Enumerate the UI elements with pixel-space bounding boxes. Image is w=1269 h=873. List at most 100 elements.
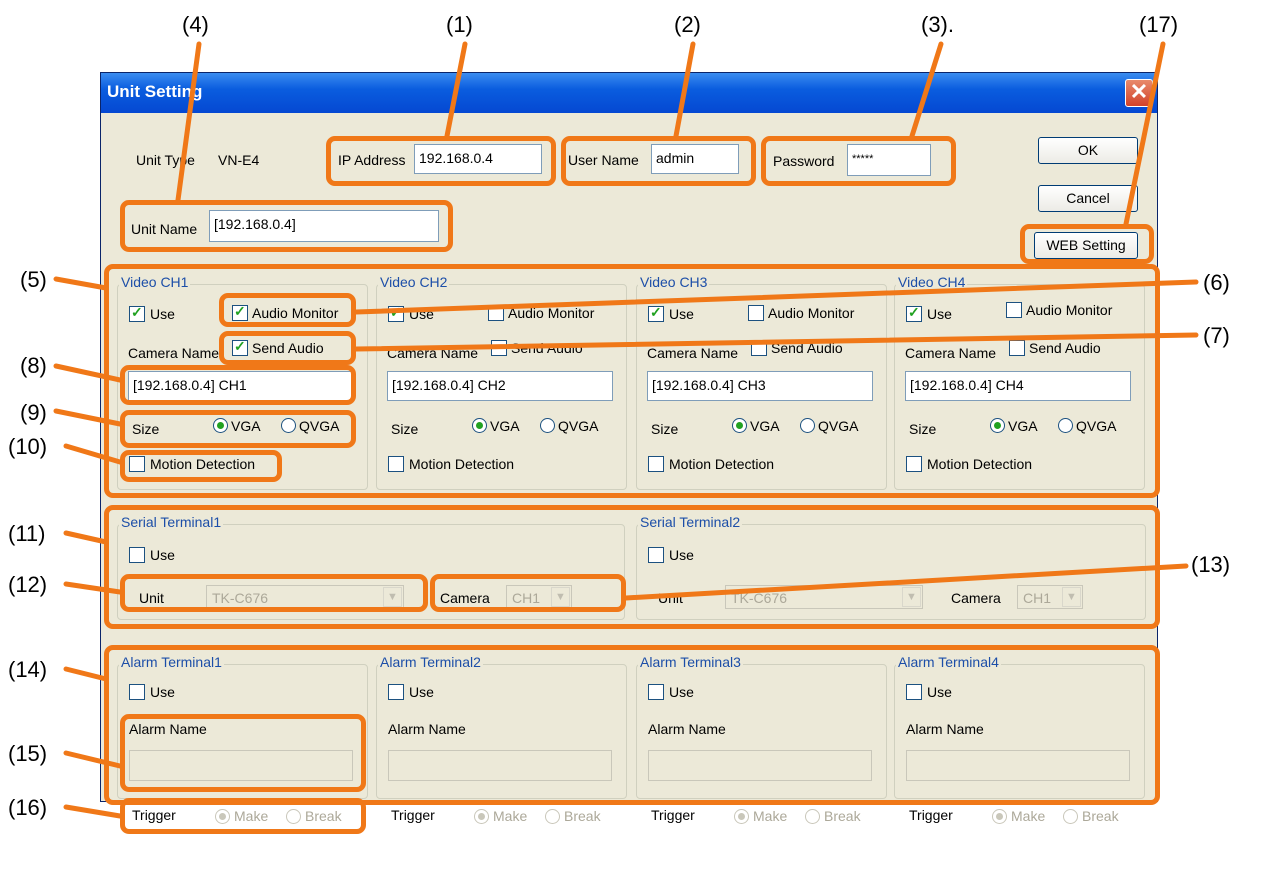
use-checkbox[interactable] <box>906 304 922 322</box>
callout-2: (2) <box>674 12 701 37</box>
send-audio-checkbox[interactable] <box>751 340 767 356</box>
use-checkbox[interactable] <box>648 684 664 700</box>
ip-address-input[interactable]: 192.168.0.4 <box>414 144 542 174</box>
chevron-down-icon: ▼ <box>902 587 921 607</box>
motion-detection-checkbox[interactable] <box>388 456 404 472</box>
use-checkbox[interactable] <box>648 547 664 563</box>
break-radio[interactable] <box>286 809 301 824</box>
qvga-radio[interactable] <box>540 418 555 433</box>
ip-address-label: IP Address <box>338 152 406 168</box>
use-label: Use <box>669 684 694 700</box>
password-input[interactable]: ***** <box>847 144 931 176</box>
alarm-name-label: Alarm Name <box>906 721 984 737</box>
group-title: Alarm Terminal4 <box>896 654 1001 670</box>
camera-combo[interactable]: CH1 ▼ <box>1017 585 1083 609</box>
camera-name-input[interactable]: [192.168.0.4] CH4 <box>905 371 1131 401</box>
size-label: Size <box>132 421 160 437</box>
use-checkbox[interactable] <box>906 684 922 700</box>
break-radio[interactable] <box>1063 809 1078 824</box>
callout-7: (7) <box>1203 323 1230 348</box>
chevron-down-icon: ▼ <box>383 587 402 607</box>
web-setting-button[interactable]: WEB Setting <box>1034 232 1138 259</box>
chevron-down-icon: ▼ <box>1062 587 1081 607</box>
make-radio[interactable] <box>734 809 749 824</box>
callout-5: (5) <box>20 267 47 292</box>
qvga-radio[interactable] <box>281 418 296 433</box>
make-radio[interactable] <box>992 809 1007 824</box>
camera-combo[interactable]: CH1 ▼ <box>506 585 572 609</box>
callout-15: (15) <box>8 741 48 766</box>
size-label: Size <box>909 421 937 437</box>
audio-monitor-label: Audio Monitor <box>252 305 339 321</box>
trigger-label: Trigger <box>391 807 435 823</box>
callout-16: (16) <box>8 795 48 820</box>
motion-detection-label: Motion Detection <box>409 456 515 472</box>
motion-detection-checkbox[interactable] <box>906 456 922 472</box>
ok-button[interactable]: OK <box>1038 137 1138 164</box>
make-radio[interactable] <box>215 809 230 824</box>
group-title: Serial Terminal2 <box>638 514 743 530</box>
chevron-down-icon: ▼ <box>551 587 570 607</box>
close-button[interactable]: ✕ <box>1125 79 1153 107</box>
unit-combo[interactable]: TK-C676 ▼ <box>725 585 923 609</box>
use-checkbox[interactable] <box>129 547 145 563</box>
send-audio-checkbox[interactable] <box>232 338 248 356</box>
audio-monitor-checkbox[interactable] <box>232 303 248 321</box>
use-checkbox[interactable] <box>648 304 664 322</box>
audio-monitor-checkbox[interactable] <box>488 305 504 321</box>
unit-combo-value: TK-C676 <box>212 590 269 606</box>
use-label: Use <box>409 306 434 322</box>
vga-radio[interactable] <box>213 418 228 433</box>
user-name-input[interactable]: admin <box>651 144 739 174</box>
send-audio-checkbox[interactable] <box>491 340 507 356</box>
alarm-name-input[interactable] <box>388 750 612 781</box>
alarm-name-input[interactable] <box>648 750 872 781</box>
unit-label: Unit <box>658 590 683 606</box>
callout-11: (11) <box>8 521 46 546</box>
title-bar[interactable]: Unit Setting ✕ <box>101 73 1157 113</box>
vga-radio[interactable] <box>472 418 487 433</box>
use-checkbox[interactable] <box>129 684 145 700</box>
use-label: Use <box>150 684 175 700</box>
vga-radio[interactable] <box>990 418 1005 433</box>
alarm-name-input[interactable] <box>129 750 353 781</box>
camera-name-input[interactable]: [192.168.0.4] CH2 <box>387 371 613 401</box>
qvga-radio[interactable] <box>800 418 815 433</box>
break-radio[interactable] <box>805 809 820 824</box>
group-title: Video CH3 <box>638 274 710 290</box>
break-radio[interactable] <box>545 809 560 824</box>
alarm-name-input[interactable] <box>906 750 1130 781</box>
use-label: Use <box>150 306 175 322</box>
cancel-button[interactable]: Cancel <box>1038 185 1138 212</box>
audio-monitor-checkbox[interactable] <box>748 305 764 321</box>
callout-8: (8) <box>20 353 47 378</box>
make-radio[interactable] <box>474 809 489 824</box>
motion-detection-checkbox[interactable] <box>129 456 145 472</box>
use-checkbox[interactable] <box>129 304 145 322</box>
unit-combo[interactable]: TK-C676 ▼ <box>206 585 404 609</box>
camera-name-label: Camera Name <box>387 345 479 361</box>
callout-6: (6) <box>1203 270 1230 295</box>
camera-name-input[interactable]: [192.168.0.4] CH3 <box>647 371 873 401</box>
send-audio-label: Send Audio <box>1029 340 1103 356</box>
alarm-name-label: Alarm Name <box>388 721 466 737</box>
use-label: Use <box>669 306 694 322</box>
unit-name-input[interactable]: [192.168.0.4] <box>209 210 439 242</box>
password-label: Password <box>773 153 835 169</box>
motion-detection-checkbox[interactable] <box>648 456 664 472</box>
vga-label: VGA <box>750 418 780 434</box>
vga-label: VGA <box>490 418 520 434</box>
audio-monitor-checkbox[interactable] <box>1006 302 1022 318</box>
vga-radio[interactable] <box>732 418 747 433</box>
camera-combo-value: CH1 <box>512 590 541 606</box>
qvga-label: QVGA <box>1076 418 1117 434</box>
send-audio-label: Send Audio <box>252 340 326 356</box>
send-audio-label: Send Audio <box>771 340 845 356</box>
send-audio-checkbox[interactable] <box>1009 340 1025 356</box>
camera-name-input[interactable]: [192.168.0.4] CH1 <box>128 371 354 401</box>
callout-9: (9) <box>20 400 47 425</box>
use-checkbox[interactable] <box>388 304 404 322</box>
callout-13: (13) <box>1191 552 1231 577</box>
use-checkbox[interactable] <box>388 684 404 700</box>
qvga-radio[interactable] <box>1058 418 1073 433</box>
